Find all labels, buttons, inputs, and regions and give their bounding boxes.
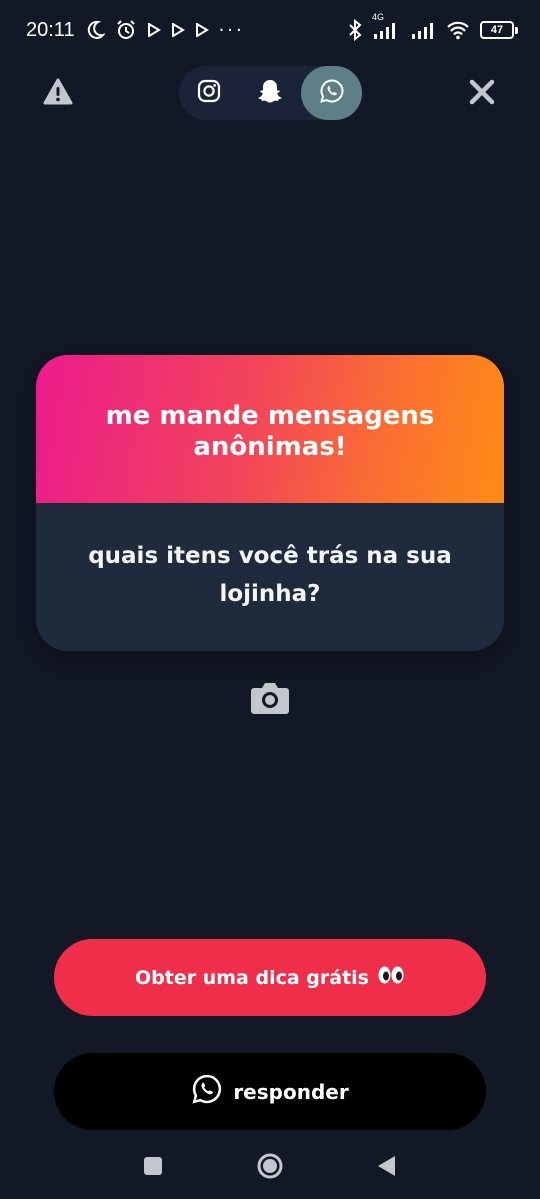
battery-level: 47	[480, 21, 514, 39]
close-icon	[468, 78, 496, 110]
eyes-icon	[377, 965, 405, 990]
status-bar-left: 20:11 ···	[26, 19, 245, 42]
card-body: quais itens você trás na sua lojinha?	[36, 503, 504, 651]
recents-button[interactable]	[135, 1150, 171, 1186]
tip-button-label: Obter uma dica grátis	[135, 966, 369, 989]
battery-indicator: 47	[480, 21, 518, 39]
signal-icon	[410, 20, 436, 40]
reply-button-label: responder	[233, 1079, 349, 1104]
play-store-icon	[147, 23, 161, 37]
status-time: 20:11	[26, 18, 75, 41]
camera-button[interactable]	[248, 678, 292, 722]
snapchat-ghost-icon	[256, 77, 284, 109]
whatsapp-icon	[319, 78, 345, 108]
reply-button[interactable]: responder	[54, 1053, 486, 1130]
card-header: me mande mensagens anônimas!	[36, 355, 504, 503]
app-screen: 20:11 ··· 4G 47 me mande mensagens anôni…	[0, 0, 540, 1199]
system-nav-bar	[0, 1140, 540, 1195]
network-type-label: 4G	[372, 12, 385, 22]
back-triangle-icon	[375, 1154, 397, 1182]
signal-icon: 4G	[372, 12, 400, 40]
close-button[interactable]	[464, 76, 500, 112]
share-whatsapp-button[interactable]	[301, 66, 362, 120]
circle-icon	[255, 1151, 285, 1185]
card-title: me mande mensagens anônimas!	[105, 401, 435, 462]
card-question: quais itens você trás na sua lojinha?	[88, 543, 452, 607]
share-snapchat-button[interactable]	[240, 66, 300, 120]
play-store-icon	[171, 23, 185, 37]
square-icon	[142, 1155, 164, 1181]
moon-icon	[85, 20, 105, 40]
more-notifications-indicator: ···	[218, 19, 245, 41]
status-bar: 20:11 ··· 4G 47	[0, 0, 540, 60]
battery-cap	[515, 26, 518, 34]
bluetooth-icon	[348, 19, 362, 41]
message-card: me mande mensagens anônimas! quais itens…	[36, 355, 504, 651]
get-free-tip-button[interactable]: Obter uma dica grátis	[54, 939, 486, 1016]
alarm-icon	[115, 19, 137, 41]
home-button[interactable]	[252, 1150, 288, 1186]
warning-triangle-icon	[43, 78, 73, 110]
play-store-icon	[195, 23, 209, 37]
back-button[interactable]	[368, 1150, 404, 1186]
top-bar	[0, 66, 540, 122]
whatsapp-icon	[191, 1073, 223, 1110]
status-bar-right: 4G 47	[348, 12, 518, 41]
report-button[interactable]	[40, 76, 76, 112]
instagram-icon	[197, 79, 221, 107]
share-instagram-button[interactable]	[179, 66, 239, 120]
share-targets	[179, 66, 362, 120]
camera-icon	[250, 680, 290, 720]
wifi-icon	[446, 20, 470, 40]
